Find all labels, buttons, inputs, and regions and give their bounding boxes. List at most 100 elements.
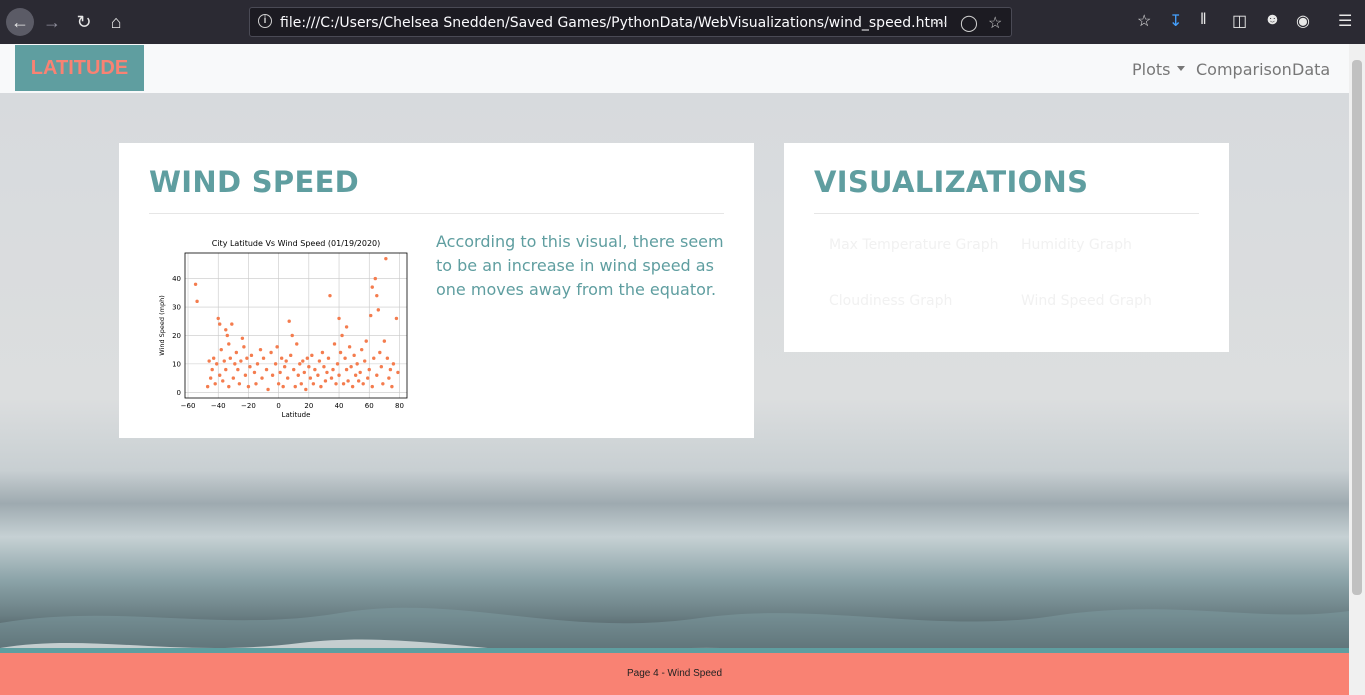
scatter-point (376, 308, 381, 312)
account-icon[interactable]: ☻ (1264, 11, 1281, 29)
y-tick-label: 30 (172, 304, 181, 312)
scatter-point (385, 356, 390, 360)
link-max-temperature-graph[interactable]: Max Temperature Graph (829, 237, 998, 253)
sidebar-icon[interactable]: ◫ (1232, 11, 1247, 31)
scatter-point (364, 339, 368, 343)
scatter-point (343, 356, 347, 360)
menu-icon[interactable]: ☰ (1338, 11, 1352, 31)
scatter-point (302, 370, 307, 375)
visualizations-card: VISUALIZATIONS Max Temperature Graph Hum… (784, 143, 1229, 352)
scrollbar-thumb[interactable] (1352, 60, 1362, 595)
y-tick-label: 40 (172, 275, 181, 283)
scatter-point (307, 365, 311, 369)
scatter-point (322, 365, 326, 369)
scatter-point (273, 362, 278, 366)
scatter-point (344, 367, 349, 372)
scatter-point (213, 382, 217, 386)
extension-icon[interactable]: ◉ (1296, 11, 1310, 31)
scatter-point (344, 325, 349, 329)
x-tick-label: 40 (335, 402, 344, 410)
card-title: VISUALIZATIONS (814, 165, 1089, 199)
scatter-point (375, 293, 379, 298)
scatter-point (248, 365, 252, 369)
x-tick-label: 0 (276, 402, 280, 410)
reload-icon[interactable]: ↻ (70, 8, 98, 36)
scatter-point (289, 353, 293, 358)
scatter-point (337, 373, 341, 377)
scatter-point (304, 387, 308, 392)
browser-chrome: ← → ↻ ⌂ i file:///C:/Users/Chelsea Snedd… (0, 0, 1365, 44)
scatter-point (355, 362, 359, 366)
scatter-point (230, 322, 234, 326)
pocket-icon[interactable]: ◯ (960, 13, 978, 33)
wind-speed-card: WIND SPEED City Latitude Vs Wind Speed (… (119, 143, 754, 438)
url-text[interactable]: file:///C:/Users/Chelsea Snedden/Saved G… (280, 15, 948, 31)
scatter-point (222, 359, 226, 363)
scatter-point (331, 367, 335, 372)
nav-data[interactable]: Data (1292, 60, 1330, 79)
scatter-point (252, 370, 257, 375)
scatter-point (305, 356, 310, 360)
scatter-point (382, 339, 387, 343)
brand-logo[interactable]: LATITUDE (15, 45, 144, 91)
scatter-point (266, 387, 270, 392)
scatter-point (388, 367, 393, 372)
scatter-point (242, 345, 246, 349)
x-tick-label: −40 (211, 402, 226, 410)
scatter-point (370, 285, 374, 289)
divider (814, 213, 1199, 214)
scatter-point (313, 367, 317, 372)
scatter-point (205, 384, 210, 389)
forward-arrow-icon[interactable]: → (38, 8, 66, 36)
address-bar[interactable]: i file:///C:/Users/Chelsea Snedden/Saved… (249, 7, 1012, 37)
scrollbar[interactable] (1349, 44, 1365, 695)
scatter-point (341, 382, 346, 386)
reading-list-icon[interactable]: ☆ (1137, 11, 1151, 31)
scatter-point (391, 362, 396, 366)
scatter-point (329, 376, 334, 380)
scatter-point (221, 379, 225, 383)
scatter-point (311, 382, 316, 386)
scatter-point (346, 379, 350, 383)
scatter-point (349, 365, 353, 369)
link-wind-speed-graph[interactable]: Wind Speed Graph (1021, 293, 1152, 309)
download-icon[interactable]: ↧ (1169, 11, 1182, 31)
scatter-point (258, 347, 263, 352)
scatter-point (378, 350, 382, 355)
scatter-point (390, 384, 394, 389)
scatter-point (299, 382, 303, 386)
scatter-point (287, 319, 291, 323)
scatter-point (325, 370, 329, 375)
link-humidity-graph[interactable]: Humidity Graph (1021, 237, 1132, 253)
scatter-point (352, 353, 356, 358)
scatter-point (332, 342, 337, 346)
bookmark-star-icon[interactable]: ☆ (988, 13, 1002, 33)
nav-comparison[interactable]: Comparison (1196, 60, 1292, 79)
scatter-point (210, 367, 214, 372)
scatter-point (227, 384, 231, 389)
scatter-point (246, 384, 251, 389)
scatter-point (370, 384, 374, 389)
y-tick-label: 20 (172, 332, 181, 340)
scatter-point (375, 373, 379, 377)
scatter-point (316, 373, 320, 377)
scatter-point (234, 350, 239, 355)
back-arrow-icon[interactable]: ← (6, 8, 34, 36)
scatter-point (356, 379, 361, 383)
scatter-point (328, 293, 332, 298)
scatter-point (361, 382, 365, 386)
scatter-point (340, 333, 344, 338)
x-tick-label: −20 (241, 402, 256, 410)
info-icon[interactable]: i (258, 14, 272, 28)
home-icon[interactable]: ⌂ (102, 8, 130, 36)
scatter-point (323, 379, 328, 383)
scatter-point (278, 370, 282, 375)
x-tick-label: −60 (181, 402, 196, 410)
more-icon[interactable]: ⋯ (932, 13, 948, 33)
nav-plots-dropdown[interactable]: Plots (1132, 60, 1185, 79)
scatter-point (228, 356, 233, 360)
library-icon[interactable]: ‖ (1200, 11, 1207, 29)
scatter-point (254, 382, 258, 386)
link-cloudiness-graph[interactable]: Cloudiness Graph (829, 293, 952, 309)
scatter-point (227, 342, 231, 346)
